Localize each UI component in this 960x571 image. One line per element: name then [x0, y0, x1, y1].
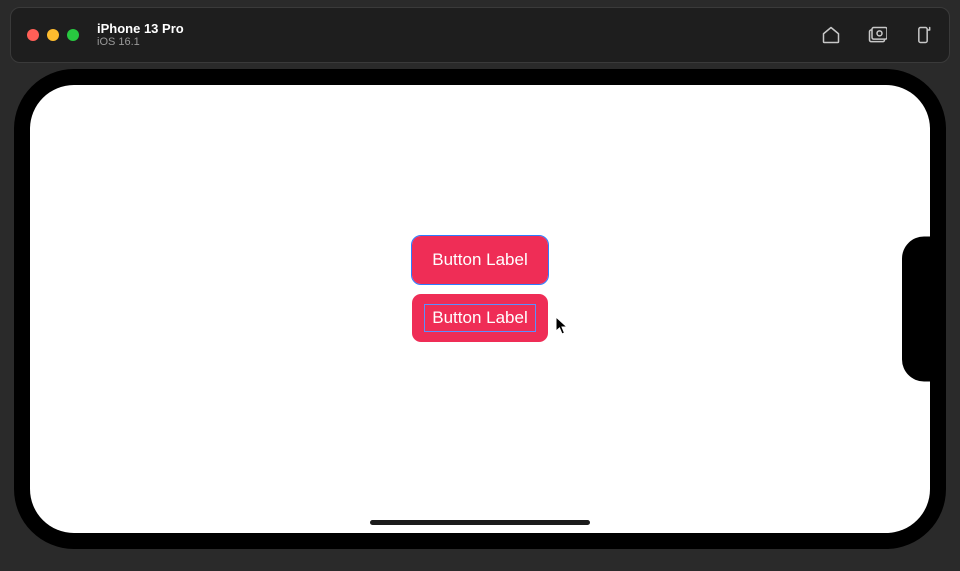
device-screen[interactable]: Button Label Button Label	[30, 85, 930, 533]
toolbar-left: iPhone 13 Pro iOS 16.1	[27, 21, 184, 50]
rotate-icon[interactable]	[913, 25, 933, 45]
app-button-1[interactable]: Button Label	[412, 236, 547, 284]
simulator-area: Button Label Button Label	[14, 69, 946, 549]
minimize-window-button[interactable]	[47, 29, 59, 41]
window-controls	[27, 29, 79, 41]
app-button-2[interactable]: Button Label	[412, 294, 547, 342]
device-name-label: iPhone 13 Pro	[97, 21, 184, 37]
home-indicator[interactable]	[370, 520, 590, 525]
device-frame: Button Label Button Label	[14, 69, 946, 549]
app-content: Button Label Button Label	[30, 85, 930, 533]
home-icon[interactable]	[821, 25, 841, 45]
screenshot-icon[interactable]	[867, 25, 887, 45]
simulator-toolbar: iPhone 13 Pro iOS 16.1	[10, 7, 950, 63]
close-window-button[interactable]	[27, 29, 39, 41]
fullscreen-window-button[interactable]	[67, 29, 79, 41]
app-button-2-label: Button Label	[432, 308, 527, 327]
toolbar-right	[821, 25, 933, 45]
device-info: iPhone 13 Pro iOS 16.1	[97, 21, 184, 50]
device-notch	[902, 237, 930, 382]
device-os-label: iOS 16.1	[97, 36, 184, 49]
app-button-1-label: Button Label	[432, 250, 527, 269]
